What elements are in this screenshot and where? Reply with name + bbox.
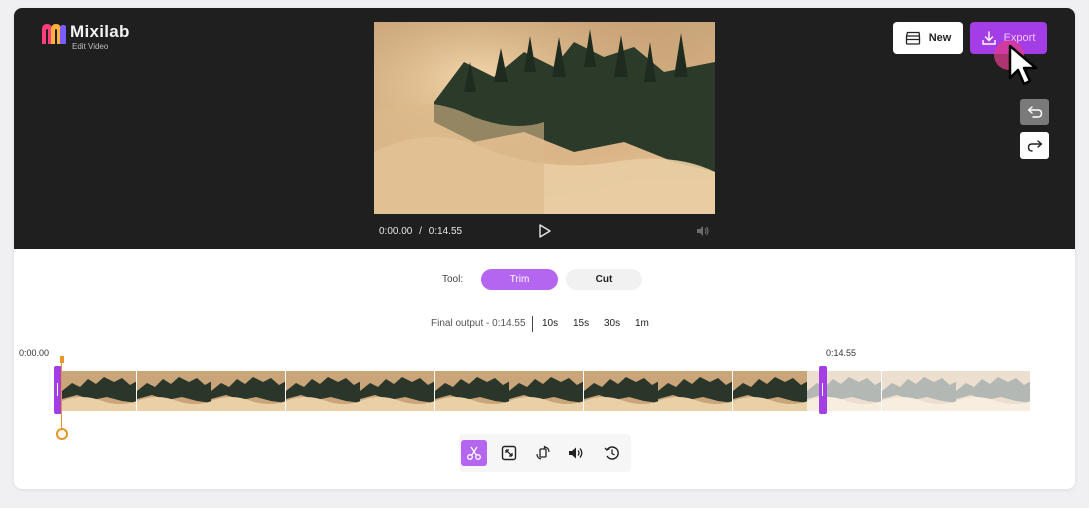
preset-10s[interactable]: 10s: [542, 318, 558, 329]
resize-icon: [501, 445, 517, 461]
app-logo: Mixilab Edit Video: [40, 22, 130, 51]
rotate-icon: [536, 445, 550, 460]
timeline-end-time: 0:14.55: [826, 348, 857, 358]
preset-30s[interactable]: 30s: [604, 318, 620, 329]
volume-button[interactable]: [563, 440, 589, 466]
playhead-knob[interactable]: [56, 428, 68, 440]
playhead-line: [61, 363, 62, 429]
undo-button[interactable]: [1020, 99, 1049, 125]
timeline-frame: [360, 371, 434, 411]
tool-selector: Tool: Trim Cut: [14, 269, 1075, 291]
speed-button[interactable]: [599, 440, 625, 466]
edit-toolbar: [459, 434, 631, 472]
video-frame-image: [374, 22, 715, 214]
timeline-frame: [509, 371, 583, 411]
current-time: 0:00.00: [379, 226, 413, 237]
preset-1m[interactable]: 1m: [635, 318, 649, 329]
timeline-frame: [136, 371, 211, 411]
timeline-frame: [211, 371, 285, 411]
timeline-frame: [434, 371, 509, 411]
time-separator: /: [419, 226, 422, 237]
volume-icon: [569, 447, 583, 459]
new-button-label: New: [928, 32, 952, 44]
playback-time: 0:00.00 / 0:14.55: [379, 226, 462, 237]
resize-button[interactable]: [496, 440, 522, 466]
tab-cut[interactable]: Cut: [566, 269, 642, 290]
video-editor-app: Mixilab Edit Video 0:00.00 / 0:14.55 New…: [14, 8, 1075, 489]
app-subtitle: Edit Video: [72, 42, 109, 51]
scissors-icon: [467, 446, 481, 460]
timeline-frame: [732, 371, 807, 411]
speed-icon: [604, 446, 619, 460]
timeline-frame: [285, 371, 360, 411]
tab-trim[interactable]: Trim: [481, 269, 558, 290]
new-button[interactable]: New: [893, 22, 963, 54]
clapperboard-icon: [905, 31, 920, 45]
timeline-frame: [583, 371, 658, 411]
play-icon[interactable]: [538, 223, 552, 239]
preset-15s[interactable]: 15s: [573, 318, 589, 329]
mouse-pointer-icon: [1008, 44, 1038, 86]
timeline-start-time: 0:00.00: [19, 348, 50, 358]
timeline-frame: [62, 371, 136, 411]
app-name: Mixilab: [70, 22, 130, 41]
redo-button[interactable]: [1020, 132, 1049, 159]
scissors-button[interactable]: [461, 440, 487, 466]
timeline-frame: [956, 371, 1030, 411]
divider: [532, 316, 533, 332]
volume-icon[interactable]: [696, 225, 710, 237]
timeline-frame: [658, 371, 732, 411]
timeline-frame: [881, 371, 956, 411]
undo-icon: [1027, 106, 1042, 118]
preview-stage: Mixilab Edit Video 0:00.00 / 0:14.55 New…: [14, 8, 1075, 249]
total-duration: 0:14.55: [428, 226, 463, 237]
trim-end-handle[interactable]: [819, 366, 827, 414]
tool-label: Tool:: [442, 274, 464, 285]
video-preview[interactable]: [374, 22, 715, 214]
rotate-button[interactable]: [530, 440, 556, 466]
player-controls: 0:00.00 / 0:14.55: [374, 218, 715, 244]
download-icon: [981, 31, 996, 45]
timeline-filmstrip[interactable]: [62, 371, 1030, 411]
redo-icon: [1027, 139, 1042, 152]
output-duration-row: Final output - 0:14.55 10s 15s 30s 1m: [14, 316, 1075, 332]
logo-mark-icon: [42, 24, 66, 44]
final-output-text: Final output - 0:14.55: [431, 318, 526, 329]
